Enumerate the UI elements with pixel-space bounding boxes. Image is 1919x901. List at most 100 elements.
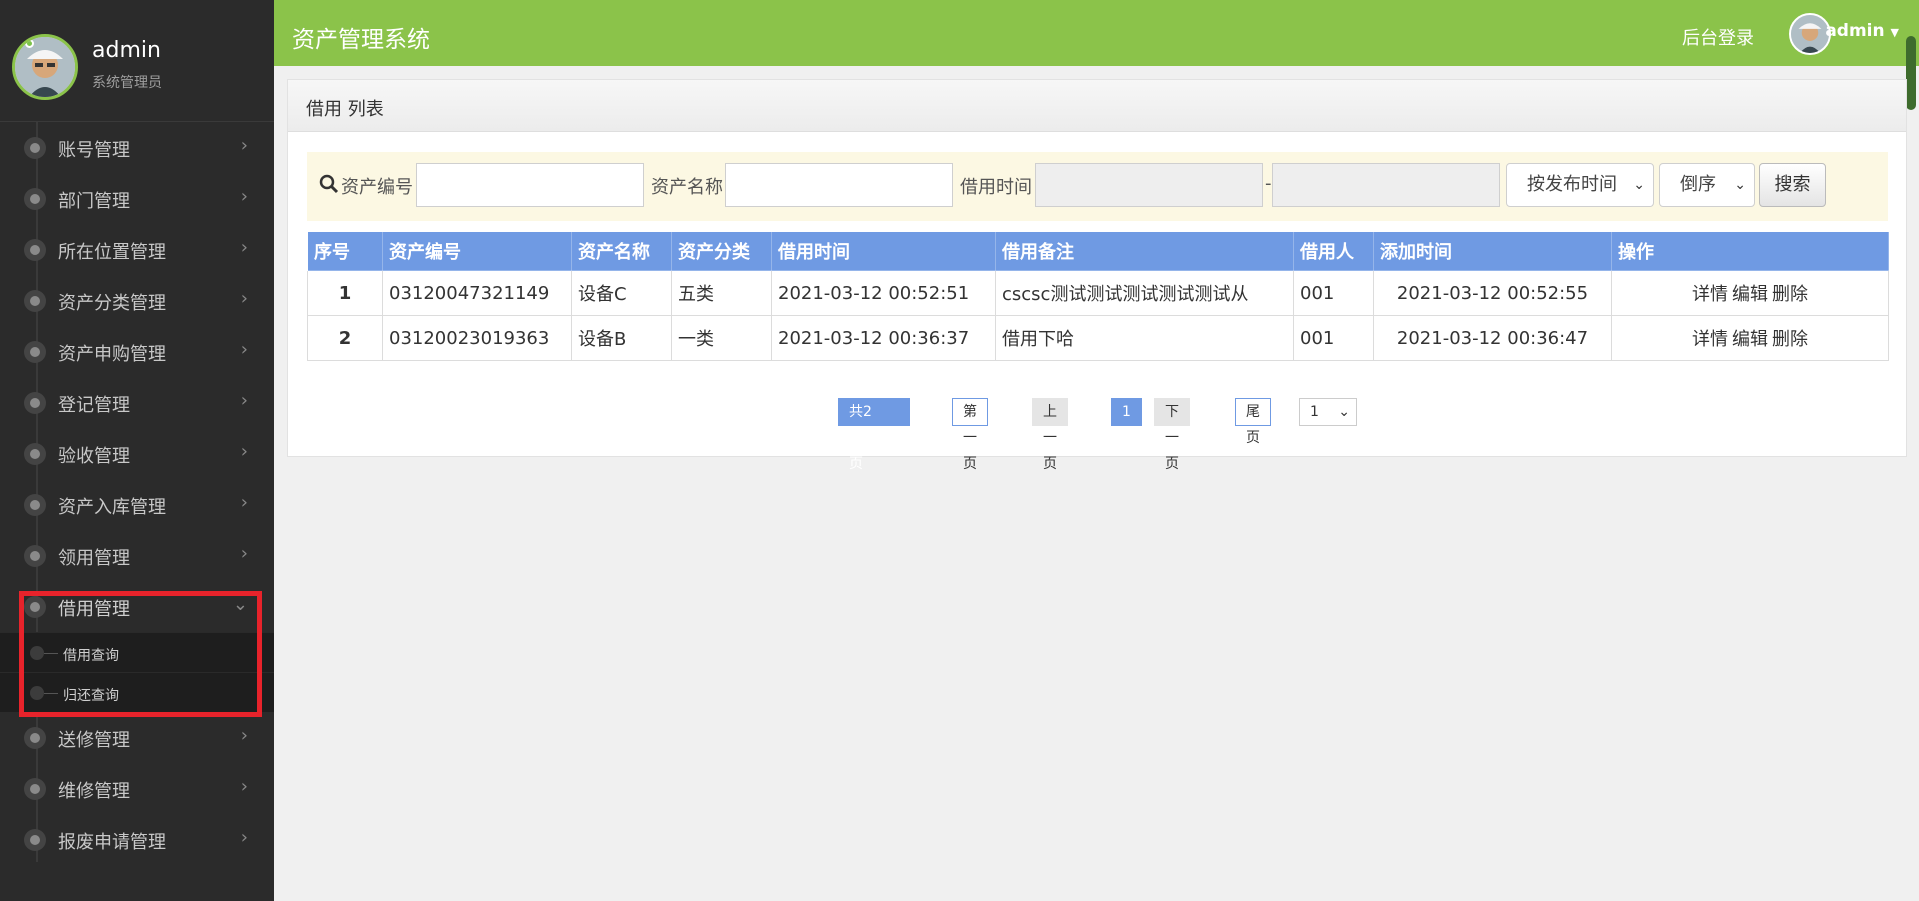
chevron-right-icon: › — [240, 492, 248, 513]
sidebar-item-label: 资产申购管理 — [58, 344, 166, 365]
row-number: 2 — [307, 315, 383, 361]
asset-no-cell: 03120047321149 — [382, 270, 572, 316]
column-header[interactable]: 操作 — [1611, 231, 1889, 271]
globe-icon — [24, 188, 46, 210]
pagination-total-count: 共2条 — [849, 404, 872, 446]
chevron-right-icon: › — [240, 135, 248, 156]
scrollbar[interactable] — [1906, 36, 1916, 110]
table-row: 2 03120023019363 设备B 一类 2021-03-12 00:36… — [307, 315, 1889, 361]
asset-no-cell: 03120023019363 — [382, 315, 572, 361]
first-page-button[interactable]: 第一页 — [952, 398, 988, 472]
sidebar-item-department[interactable]: 部门管理 › — [0, 173, 274, 224]
asset-name-cell: 设备C — [571, 270, 672, 316]
sidebar-item-borrow[interactable]: 借用管理 ⌄ — [0, 581, 274, 632]
admin-login-link[interactable]: 后台登录 — [1682, 24, 1754, 50]
search-button[interactable]: 搜索 — [1759, 163, 1826, 207]
app-title: 资产管理系统 — [292, 27, 430, 53]
chevron-right-icon: › — [240, 725, 248, 746]
borrow-time-end-input[interactable] — [1272, 163, 1500, 207]
sidebar-subitem-return-query[interactable]: 归还查询 — [0, 672, 274, 712]
chevron-right-icon: › — [240, 827, 248, 848]
category-cell: 一类 — [671, 315, 772, 361]
pagination-total: 共2条 1/1页 — [838, 398, 910, 472]
column-header[interactable]: 序号 — [307, 231, 383, 271]
sort-order-select[interactable]: 倒序 ⌄ — [1659, 163, 1755, 207]
sidebar-item-label: 账号管理 — [58, 140, 130, 161]
chevron-right-icon: › — [240, 288, 248, 309]
sidebar-item-send-repair[interactable]: 送修管理 › — [0, 712, 274, 763]
edit-link[interactable]: 编辑 — [1732, 284, 1768, 305]
sidebar-item-purchase[interactable]: 资产申购管理 › — [0, 326, 274, 377]
sidebar-item-acceptance[interactable]: 验收管理 › — [0, 428, 274, 479]
sidebar-item-maintenance[interactable]: 维修管理 › — [0, 763, 274, 814]
sidebar-item-label: 部门管理 — [58, 191, 130, 212]
column-header[interactable]: 资产编号 — [382, 231, 572, 271]
sidebar-item-location[interactable]: 所在位置管理 › — [0, 224, 274, 275]
panel-title: 借用 列表 — [288, 80, 1906, 132]
globe-icon — [24, 596, 46, 618]
sidebar-item-scrap[interactable]: 报废申请管理 › — [0, 814, 274, 865]
sidebar-item-account[interactable]: 账号管理 › — [0, 122, 274, 173]
sidebar-item-label: 资产入库管理 — [58, 497, 166, 518]
delete-link[interactable]: 删除 — [1772, 284, 1808, 305]
current-page-button[interactable]: 1 — [1111, 398, 1142, 426]
sidebar-item-warehousing[interactable]: 资产入库管理 › — [0, 479, 274, 530]
chevron-down-icon: ⌄ — [1633, 177, 1645, 193]
prev-page-button[interactable]: 上一页 — [1032, 398, 1068, 472]
table-row: 1 03120047321149 设备C 五类 2021-03-12 00:52… — [307, 270, 1889, 316]
bullet-icon — [30, 646, 44, 660]
sidebar-item-label: 所在位置管理 — [58, 242, 166, 263]
header-user-menu[interactable]: admin ▼ — [1825, 21, 1899, 41]
sidebar-item-registration[interactable]: 登记管理 › — [0, 377, 274, 428]
chevron-right-icon: › — [240, 441, 248, 462]
column-header[interactable]: 添加时间 — [1373, 231, 1612, 271]
sidebar-item-requisition[interactable]: 领用管理 › — [0, 530, 274, 581]
column-header[interactable]: 借用人 — [1293, 231, 1374, 271]
sidebar-subitem-borrow-query[interactable]: 借用查询 — [0, 632, 274, 672]
globe-icon — [24, 545, 46, 567]
edit-link[interactable]: 编辑 — [1732, 329, 1768, 350]
asset-name-cell: 设备B — [571, 315, 672, 361]
sidebar-item-label: 登记管理 — [58, 395, 130, 416]
list-panel: 借用 列表 资产编号 资产名称 借用时间 - 按发布时间 ⌄ 倒序 ⌄ 搜索 序… — [287, 79, 1907, 472]
sidebar-item-label: 借用管理 — [58, 599, 130, 620]
asset-no-input[interactable] — [416, 163, 644, 207]
sidebar-item-label: 领用管理 — [58, 548, 130, 569]
online-status-dot — [25, 39, 34, 48]
added-time-cell: 2021-03-12 00:36:47 — [1373, 315, 1612, 361]
globe-icon — [24, 494, 46, 516]
connector-line — [44, 653, 58, 654]
asset-name-input[interactable] — [725, 163, 953, 207]
column-header[interactable]: 资产名称 — [571, 231, 672, 271]
chevron-down-icon: ⌄ — [232, 594, 248, 615]
actions-cell: 详情 编辑 删除 — [1611, 315, 1889, 361]
detail-link[interactable]: 详情 — [1692, 284, 1728, 305]
page-jump-select[interactable]: 1 ⌄ — [1299, 398, 1357, 426]
search-bar: 资产编号 资产名称 借用时间 - 按发布时间 ⌄ 倒序 ⌄ 搜索 — [307, 152, 1888, 221]
column-header[interactable]: 资产分类 — [671, 231, 772, 271]
header-user-name: admin — [1825, 21, 1885, 41]
detail-link[interactable]: 详情 — [1692, 329, 1728, 350]
last-page-button[interactable]: 尾页 — [1235, 398, 1271, 446]
borrow-table: 序号 资产编号 资产名称 资产分类 借用时间 借用备注 借用人 添加时间 操作 … — [307, 231, 1889, 361]
remark-cell: cscsc测试测试测试测试测试从 — [995, 270, 1294, 316]
column-header[interactable]: 借用时间 — [771, 231, 996, 271]
avatar — [12, 34, 78, 100]
column-header[interactable]: 借用备注 — [995, 231, 1294, 271]
sort-field-select[interactable]: 按发布时间 ⌄ — [1506, 163, 1654, 207]
asset-name-label: 资产名称 — [651, 177, 723, 198]
globe-icon — [24, 137, 46, 159]
table-header-row: 序号 资产编号 资产名称 资产分类 借用时间 借用备注 借用人 添加时间 操作 — [307, 231, 1889, 271]
borrow-time-start-input[interactable] — [1035, 163, 1263, 207]
delete-link[interactable]: 删除 — [1772, 329, 1808, 350]
sort-field-value: 按发布时间 — [1527, 174, 1617, 195]
chevron-down-icon: ⌄ — [1734, 177, 1746, 193]
globe-icon — [24, 239, 46, 261]
next-page-button[interactable]: 下一页 — [1154, 398, 1190, 472]
globe-icon — [24, 727, 46, 749]
sidebar-item-asset-category[interactable]: 资产分类管理 › — [0, 275, 274, 326]
sidebar-item-label: 维修管理 — [58, 781, 130, 802]
chevron-right-icon: › — [240, 186, 248, 207]
actions-cell: 详情 编辑 删除 — [1611, 270, 1889, 316]
chevron-right-icon: › — [240, 390, 248, 411]
